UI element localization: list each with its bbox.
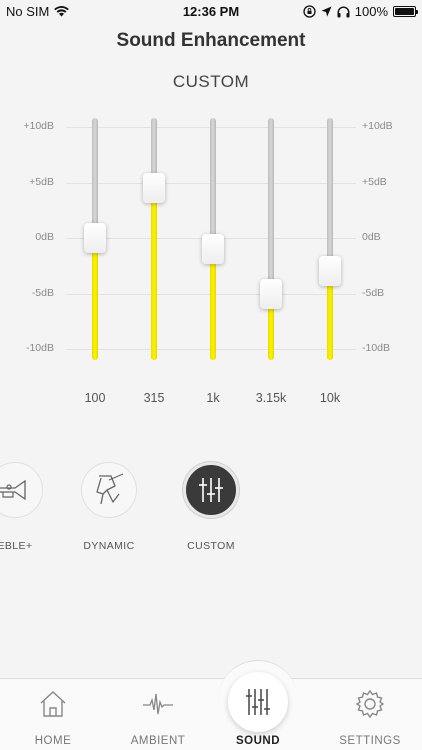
preset-label: EBLE+ <box>0 540 33 552</box>
equalizer: +10dB +10dB +5dB +5dB 0dB 0dB -5dB -5dB -10dB -10… <box>0 0 422 420</box>
db-scale-label-left: +5dB <box>29 175 54 188</box>
eq-slider-1k[interactable] <box>201 118 225 360</box>
slider-thumb[interactable] <box>260 278 282 309</box>
db-scale-label-right: +10dB <box>362 120 393 132</box>
tab-label: AMBIENT <box>130 735 186 747</box>
slider-fill <box>151 188 157 360</box>
slider-fill <box>210 249 216 360</box>
tab-label: SOUND <box>235 735 281 747</box>
slider-thumb[interactable] <box>319 256 341 287</box>
preset-custom[interactable]: CUSTOM <box>166 462 256 552</box>
preset-dynamic[interactable]: DYNAMIC <box>64 462 154 552</box>
eq-slider-10k[interactable] <box>318 118 342 360</box>
frequency-label: 10k <box>319 391 341 405</box>
eq-slider-315[interactable] <box>142 118 166 360</box>
db-scale-label-left: +10dB <box>23 120 54 132</box>
waveform-icon <box>142 688 174 720</box>
frequency-label: 1k <box>206 391 220 405</box>
slider-thumb[interactable] <box>84 223 106 253</box>
trumpet-icon <box>0 462 43 518</box>
preset-label: CUSTOM <box>187 540 235 552</box>
slider-fill <box>92 238 98 360</box>
gear-icon <box>354 688 386 720</box>
tab-sound[interactable]: SOUND <box>208 672 308 750</box>
preset-eble[interactable]: EBLE+ <box>0 462 60 552</box>
frequency-label: 100 <box>84 391 106 405</box>
slider-thumb[interactable] <box>202 234 224 265</box>
db-scale-label-right: 0dB <box>362 231 381 243</box>
sliders-icon <box>183 462 239 518</box>
frequency-label: 3.15k <box>255 391 287 405</box>
db-scale-label-left: 0dB <box>35 231 54 243</box>
tab-label: HOME <box>34 735 72 747</box>
home-icon <box>37 688 69 720</box>
db-scale-label-right: -10dB <box>362 342 391 354</box>
drummer-icon <box>81 462 137 518</box>
db-scale-label-left: -5dB <box>31 286 54 299</box>
db-scale-label-right: +5dB <box>362 175 387 188</box>
tab-label: SETTINGS <box>339 735 401 747</box>
eq-slider-3.15k[interactable] <box>259 118 283 360</box>
frequency-label: 315 <box>143 391 165 405</box>
db-scale-label-left: -10dB <box>25 342 54 354</box>
tab-ambient[interactable]: AMBIENT <box>108 678 208 750</box>
db-scale-label-right: -5dB <box>362 286 385 299</box>
tab-home[interactable]: HOME <box>3 678 103 750</box>
tab-settings[interactable]: SETTINGS <box>320 678 420 750</box>
slider-thumb[interactable] <box>143 173 165 204</box>
eq-slider-100[interactable] <box>83 118 107 360</box>
preset-label: DYNAMIC <box>83 540 135 552</box>
equalizer-icon <box>228 672 288 732</box>
